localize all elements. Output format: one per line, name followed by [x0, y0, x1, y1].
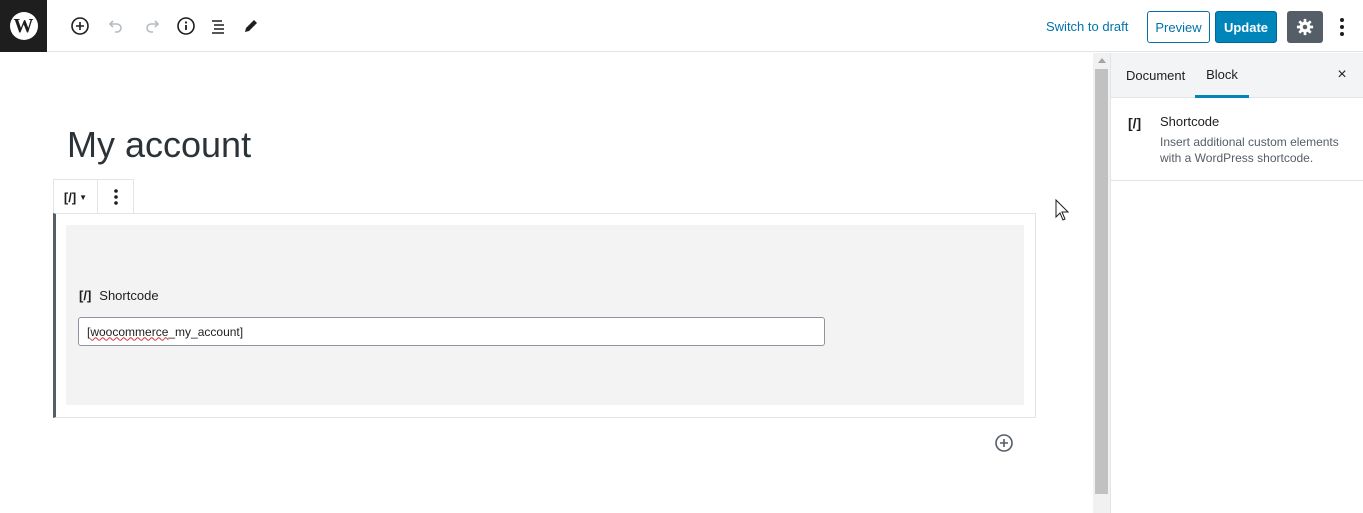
info-icon[interactable] [173, 13, 199, 39]
shortcode-label-row: [/] Shortcode [79, 288, 159, 303]
sidebar-tabs: Document Block × [1111, 53, 1363, 98]
preview-button[interactable]: Preview [1147, 11, 1210, 43]
add-block-icon[interactable] [994, 433, 1014, 453]
shortcode-input[interactable]: [woocommerce _my_account] [78, 317, 825, 346]
more-vertical-icon [1340, 18, 1344, 36]
shortcode-icon: [/] [79, 288, 92, 303]
edit-icon[interactable] [238, 13, 264, 39]
list-view-icon[interactable] [205, 13, 231, 39]
scroll-up-arrow-icon[interactable] [1098, 58, 1106, 63]
update-button[interactable]: Update [1215, 11, 1277, 43]
tab-block[interactable]: Block [1195, 53, 1249, 98]
close-icon[interactable]: × [1333, 66, 1351, 84]
block-switcher-button[interactable]: [/] ▼ [54, 180, 98, 214]
shortcode-icon: [/] [1128, 115, 1142, 131]
tab-document[interactable]: Document [1126, 53, 1185, 97]
shortcode-placeholder [66, 225, 1024, 405]
shortcode-icon: [/] [63, 189, 77, 205]
block-more-options-button[interactable] [98, 180, 133, 214]
switch-to-draft-link[interactable]: Switch to draft [1046, 19, 1128, 34]
block-card: [/] Shortcode Insert additional custom e… [1111, 98, 1363, 181]
misspelled-word: woocommerce [90, 324, 169, 339]
more-tools-button[interactable] [1333, 14, 1351, 40]
more-vertical-icon [113, 189, 118, 205]
block-card-title: Shortcode [1160, 114, 1220, 129]
post-title[interactable]: My account [67, 124, 251, 166]
settings-sidebar: Document Block × [/] Shortcode Insert ad… [1110, 53, 1363, 513]
block-card-description: Insert additional custom elements with a… [1160, 135, 1339, 165]
settings-button[interactable] [1287, 11, 1323, 43]
shortcode-label: Shortcode [99, 288, 159, 303]
gear-icon [1296, 18, 1314, 36]
block-toolbar: [/] ▼ [53, 179, 134, 214]
mouse-cursor-icon [1055, 198, 1070, 226]
scrollbar-thumb[interactable] [1095, 69, 1108, 494]
undo-icon[interactable] [103, 13, 129, 39]
add-block-icon[interactable] [67, 13, 93, 39]
wordpress-logo-icon[interactable]: W [0, 0, 47, 52]
caret-down-icon: ▼ [79, 192, 88, 202]
redo-icon[interactable] [139, 13, 165, 39]
editor-scrollbar[interactable] [1093, 53, 1110, 513]
editor-header: W Switch to draft Preview Update [0, 0, 1363, 52]
